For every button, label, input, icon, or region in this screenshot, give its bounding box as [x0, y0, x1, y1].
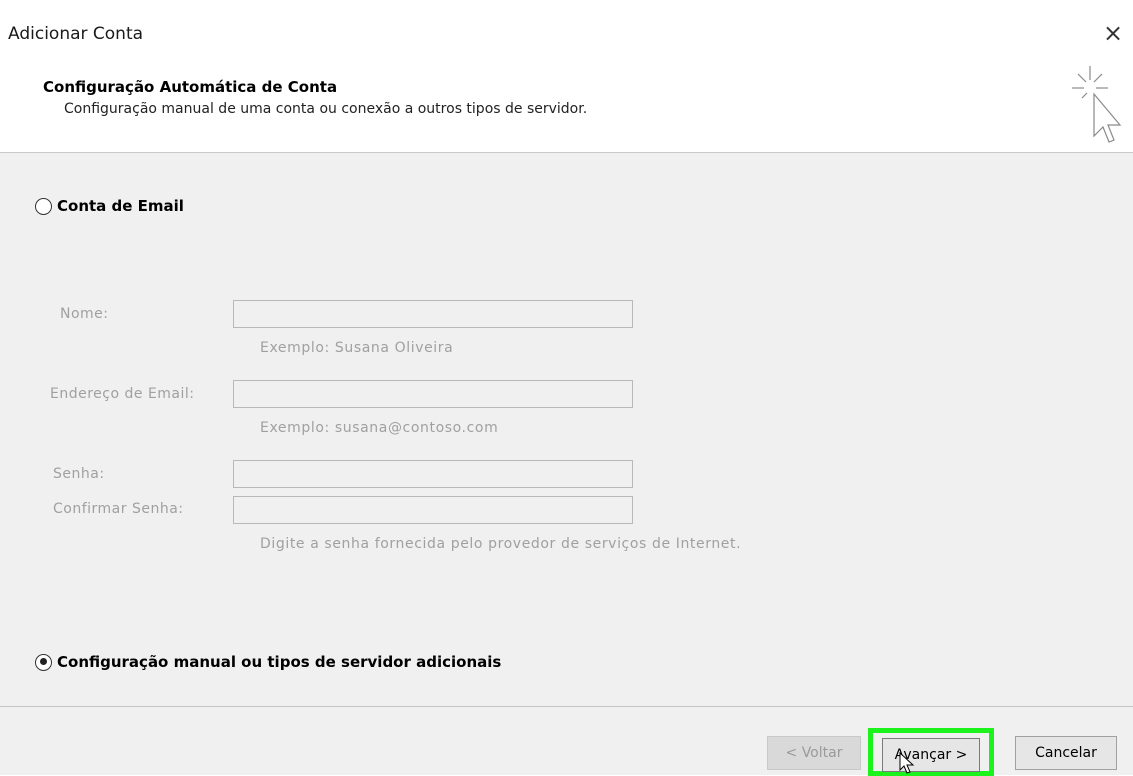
wizard-header: Configuração Automática de Conta Configu…: [0, 50, 1133, 153]
email-account-option[interactable]: Conta de Email: [35, 197, 184, 215]
back-button[interactable]: < Voltar: [767, 736, 861, 770]
name-label: Nome:: [60, 306, 109, 322]
manual-config-radio[interactable]: [35, 653, 52, 671]
next-button-highlight: Avançar >: [868, 728, 994, 776]
window-title: Adicionar Conta: [8, 24, 144, 44]
confirm-password-field[interactable]: [233, 496, 633, 524]
wizard-content: Conta de Email Nome: Exemplo: Susana Oli…: [0, 153, 1133, 706]
email-hint: Exemplo: susana@contoso.com: [260, 420, 499, 436]
cancel-button[interactable]: Cancelar: [1015, 736, 1117, 770]
confirm-password-label: Confirmar Senha:: [53, 501, 184, 517]
name-field[interactable]: [233, 300, 633, 328]
password-hint: Digite a senha fornecida pelo provedor d…: [260, 536, 742, 552]
header-subtitle: Configuração manual de uma conta ou cone…: [64, 101, 588, 117]
next-button[interactable]: Avançar >: [882, 738, 980, 772]
close-button[interactable]: ×: [1098, 18, 1128, 48]
password-label: Senha:: [53, 466, 105, 482]
wizard-cursor-sparkle-icon: [1072, 66, 1122, 143]
name-hint: Exemplo: Susana Oliveira: [260, 340, 454, 356]
manual-config-option[interactable]: Configuração manual ou tipos de servidor…: [35, 653, 501, 671]
password-field[interactable]: [233, 460, 633, 488]
email-label: Endereço de Email:: [50, 386, 195, 402]
email-field[interactable]: [233, 380, 633, 408]
title-bar: Adicionar Conta ×: [0, 0, 1133, 50]
header-title: Configuração Automática de Conta: [43, 78, 338, 96]
email-account-radio[interactable]: [35, 197, 52, 215]
mouse-pointer-icon: [899, 752, 915, 774]
email-account-label: Conta de Email: [57, 197, 184, 215]
wizard-footer: < Voltar Avançar > Cancelar: [0, 706, 1133, 776]
manual-config-label: Configuração manual ou tipos de servidor…: [57, 653, 502, 671]
